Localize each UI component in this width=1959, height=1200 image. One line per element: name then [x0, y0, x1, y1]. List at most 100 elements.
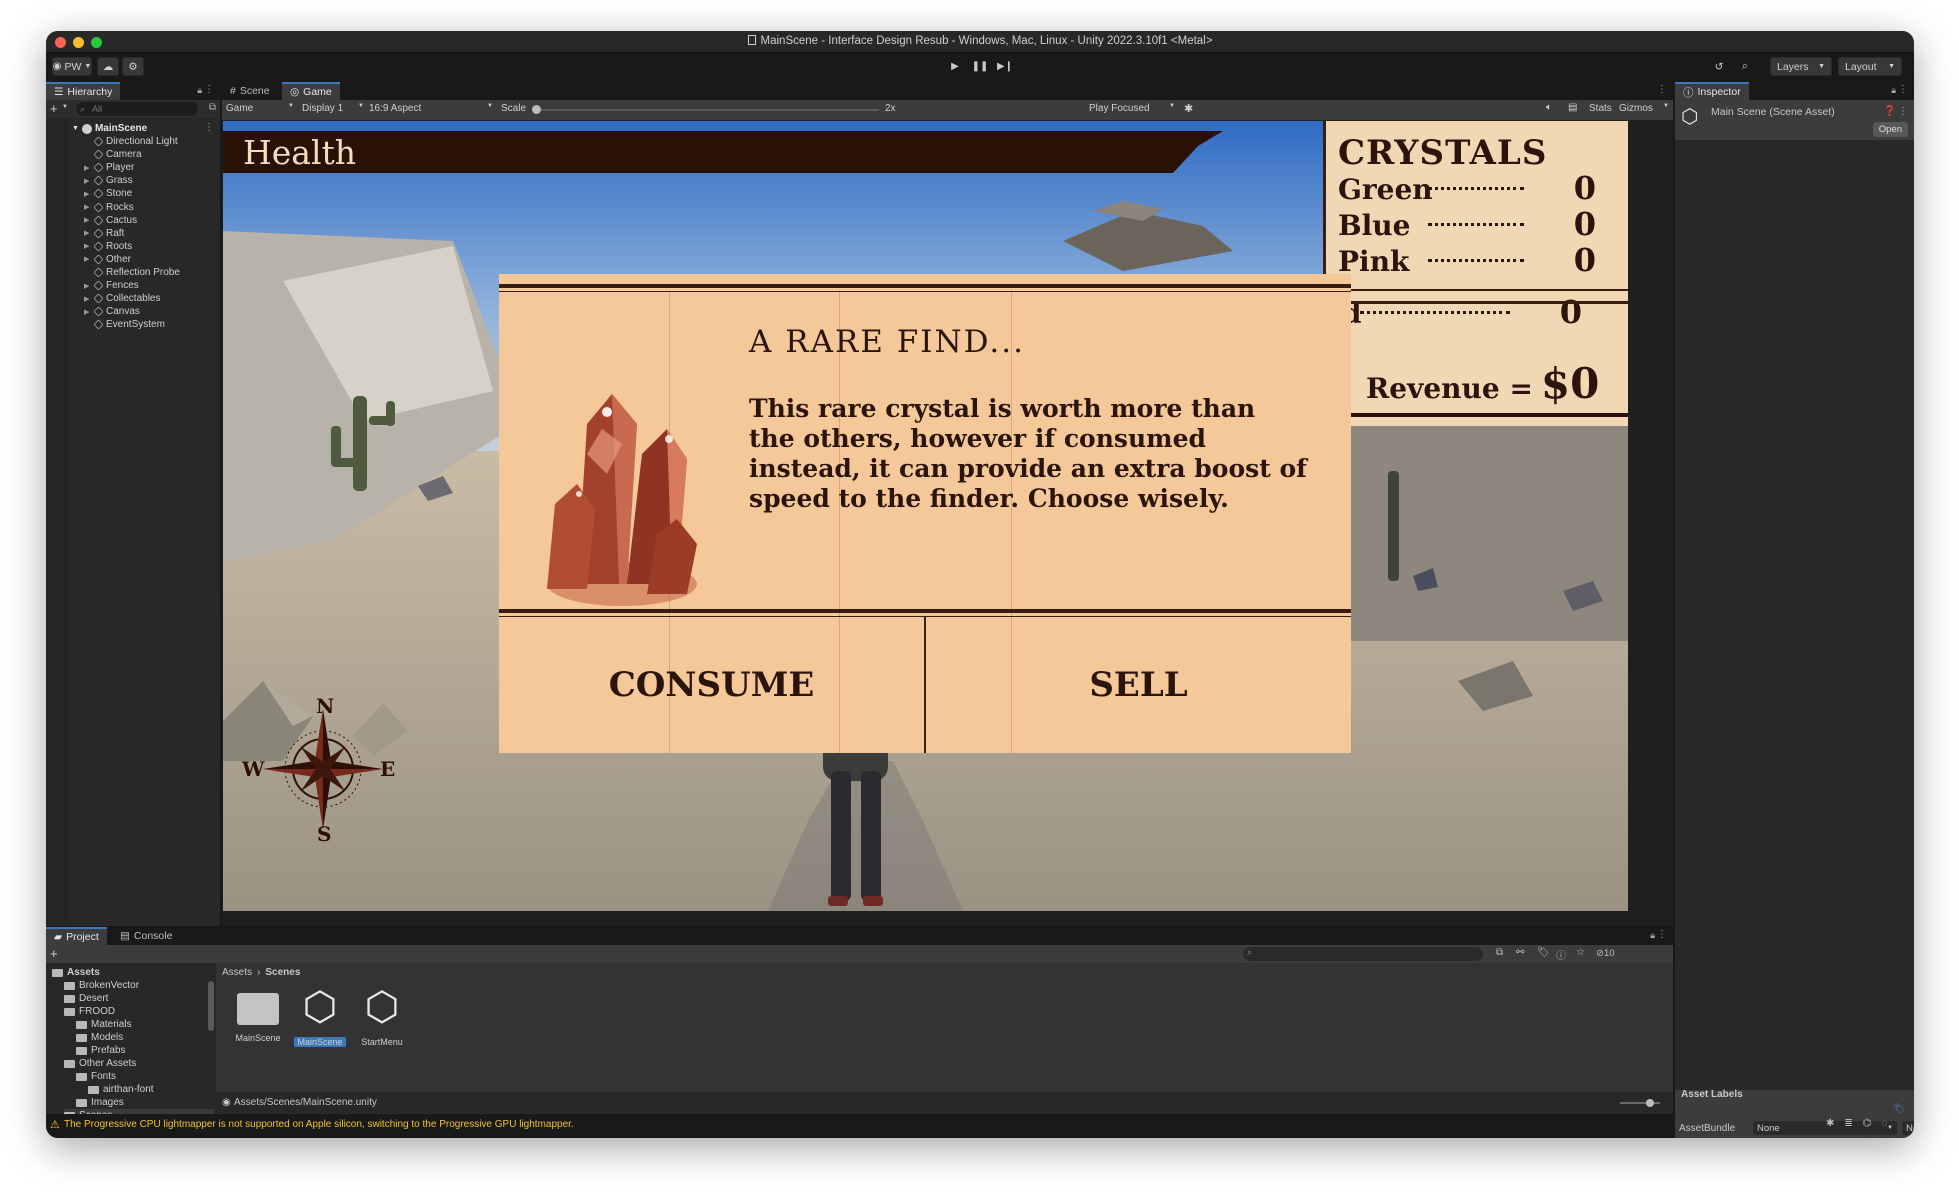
add-icon[interactable]: + [50, 101, 58, 116]
add-icon[interactable]: + [50, 946, 58, 961]
icon-size-slider[interactable] [1620, 1099, 1660, 1107]
filter-icon[interactable]: ⧉ [1496, 947, 1503, 958]
lock-icon[interactable]: 🔒︎ [1891, 85, 1896, 96]
tab-game[interactable]: ◎ Game [282, 82, 340, 100]
asset-tile[interactable]: ⬡ MainScene [292, 985, 348, 1055]
project-tree-item[interactable]: Desert [64, 992, 108, 1005]
more-menu-icon[interactable]: ⋮ [1898, 106, 1908, 117]
chevron-right-icon[interactable]: ▶ [84, 203, 91, 211]
more-menu-icon[interactable]: ⋮ [1898, 84, 1908, 95]
hierarchy-item[interactable]: ▶ Raft [84, 227, 124, 240]
stats-button[interactable]: Stats [1589, 103, 1612, 114]
favorite-icon[interactable]: ☆ [1576, 947, 1585, 958]
bug-icon[interactable]: ✱ [1184, 102, 1193, 115]
chevron-right-icon[interactable]: ▶ [84, 164, 91, 172]
hierarchy-item[interactable]: Camera [84, 148, 142, 161]
label-filter-icon[interactable]: 🏷︎ [1537, 947, 1550, 958]
hierarchy-item[interactable]: ▶ Canvas [84, 305, 140, 318]
open-button[interactable]: Open [1872, 122, 1908, 137]
project-tree-item[interactable]: BrokenVector [64, 979, 139, 992]
tab-hierarchy[interactable]: ☰ Hierarchy [46, 82, 121, 100]
chevron-right-icon[interactable]: ▶ [84, 242, 91, 250]
more-menu-icon[interactable]: ⋮ [204, 84, 214, 95]
step-button[interactable]: ▶❙ [993, 57, 1017, 76]
more-menu-icon[interactable]: ⋮ [1657, 929, 1667, 940]
chevron-right-icon[interactable]: ▶ [84, 177, 91, 185]
project-search-input[interactable]: ⌕ [1243, 947, 1483, 961]
asset-tile[interactable]: ⬡ StartMenu [354, 985, 410, 1055]
display-dropdown[interactable]: Display 1 ▼ [302, 103, 364, 114]
chevron-right-icon[interactable]: ▶ [84, 216, 91, 224]
project-tree-item[interactable]: airthan-font [88, 1083, 154, 1096]
hierarchy-item[interactable]: ▶ Rocks [84, 201, 134, 214]
chevron-right-icon[interactable]: ▶ [84, 255, 91, 263]
chevron-right-icon[interactable]: ▶ [84, 295, 91, 303]
consume-button[interactable]: CONSUME [499, 617, 924, 753]
status-warning-text[interactable]: The Progressive CPU lightmapper is not s… [64, 1119, 574, 1130]
more-menu-icon[interactable]: ⋮ [1657, 84, 1667, 95]
mute-audio-icon[interactable]: 🔈︎ [1546, 102, 1552, 113]
lock-icon[interactable]: 🔒︎ [197, 85, 202, 96]
chevron-right-icon[interactable]: ▶ [84, 190, 91, 198]
database-icon[interactable]: ≣ [1844, 1118, 1852, 1134]
hierarchy-item[interactable]: Reflection Probe [84, 266, 180, 279]
play-button[interactable]: ▶ [943, 57, 967, 76]
tab-project[interactable]: ▰ Project [46, 927, 107, 945]
tab-console[interactable]: ▤ Console [112, 927, 180, 945]
hierarchy-item[interactable]: ▶ Stone [84, 187, 132, 200]
bug-icon[interactable]: ✱ [1826, 1118, 1834, 1134]
layout-dropdown[interactable]: Layout ▼ [1838, 57, 1902, 76]
history-button[interactable]: ↺ [1708, 57, 1730, 76]
hidden-count-badge[interactable]: ⊘10 [1596, 948, 1615, 959]
performance-icon[interactable]: ⌬ [1863, 1118, 1872, 1134]
project-tree-item[interactable]: Prefabs [76, 1044, 125, 1057]
project-tree-item[interactable]: Assets [52, 966, 100, 979]
scale-slider[interactable] [532, 105, 879, 114]
project-tree-item[interactable]: Other Assets [64, 1057, 136, 1070]
aspect-screen-icon[interactable]: ▤ [1568, 102, 1577, 113]
tab-scene[interactable]: # Scene [222, 82, 278, 100]
project-tree-item[interactable]: FROOD [64, 1005, 115, 1018]
pause-button[interactable]: ❚❚ [968, 57, 992, 76]
search-type-icon[interactable]: ⚯ [1516, 947, 1524, 958]
chevron-right-icon[interactable]: ▶ [84, 229, 91, 237]
hierarchy-search-input[interactable]: ⌕ All [76, 102, 198, 116]
icon-size-slider-handle[interactable] [1646, 1099, 1654, 1107]
hierarchy-item[interactable]: ▶ Collectables [84, 292, 160, 305]
hierarchy-item[interactable]: ▶ Fences [84, 279, 139, 292]
hierarchy-item[interactable]: ▶ Other [84, 253, 131, 266]
help-icon[interactable]: ❓ [1884, 106, 1896, 117]
hierarchy-item[interactable]: EventSystem [84, 318, 165, 331]
hierarchy-item[interactable]: ▶ Roots [84, 240, 132, 253]
hierarchy-item[interactable]: ▶ Grass [84, 174, 133, 187]
gizmos-dropdown[interactable]: Gizmos ▼ [1619, 103, 1669, 114]
game-viewport[interactable]: N E S W Health CRYSTALS Green 0 Blue 0 Pink 0… [223, 121, 1628, 911]
mode-dropdown[interactable]: Game ▼ [226, 103, 294, 114]
project-tree-item[interactable]: Models [76, 1031, 123, 1044]
collab-button[interactable]: ⚙ [122, 57, 144, 76]
scale-slider-handle[interactable] [532, 105, 541, 114]
breadcrumb-assets[interactable]: Assets [222, 967, 252, 978]
chevron-right-icon[interactable]: ▶ [84, 308, 91, 316]
hierarchy-item[interactable]: ▶ Player [84, 161, 134, 174]
account-dropdown[interactable]: ◉ PW ▼ [52, 57, 92, 76]
chevron-right-icon[interactable]: ▶ [84, 282, 91, 290]
cloud-button[interactable]: ☁ [97, 57, 119, 76]
asset-tile[interactable]: MainScene [230, 985, 286, 1055]
breadcrumb-scenes[interactable]: Scenes [265, 967, 300, 978]
project-tree-item[interactable]: Fonts [76, 1070, 116, 1083]
error-filter-icon[interactable]: ⓘ [1556, 947, 1566, 962]
project-tree-scrollbar[interactable] [208, 981, 214, 1031]
project-tree-item[interactable]: Images [76, 1096, 124, 1109]
aspect-dropdown[interactable]: 16:9 Aspect ▼ [369, 103, 493, 114]
hierarchy-scene-root[interactable]: ▼ MainScene [72, 122, 147, 135]
tab-inspector[interactable]: ⓘ Inspector [1675, 82, 1749, 100]
label-tag-icon[interactable]: 🏷︎ [1893, 1104, 1906, 1115]
hierarchy-item[interactable]: Directional Light [84, 135, 178, 148]
cloud-status-icon[interactable]: ◌ [1882, 1118, 1888, 1134]
sell-button[interactable]: SELL [926, 617, 1351, 753]
scene-visibility-icon[interactable]: ⧉ [209, 102, 216, 113]
more-menu-icon[interactable]: ⋮ [204, 122, 214, 133]
lock-icon[interactable]: 🔒︎ [1650, 930, 1655, 941]
project-tree-item[interactable]: Materials [76, 1018, 132, 1031]
